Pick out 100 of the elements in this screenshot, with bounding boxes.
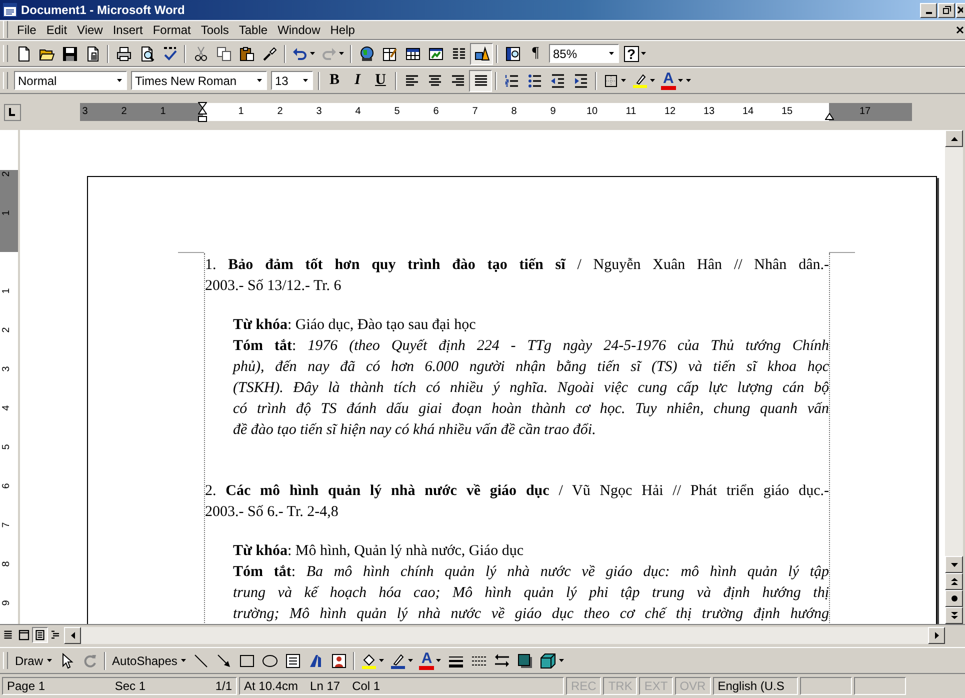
decrease-indent-icon[interactable] (550, 72, 566, 88)
table-icon[interactable] (404, 46, 420, 62)
caret-icon[interactable] (339, 52, 344, 55)
dropdown-caret-icon[interactable] (609, 52, 614, 55)
right-indent-marker[interactable] (825, 113, 834, 120)
font-color-button[interactable]: A (419, 652, 434, 670)
spell-check-icon[interactable] (162, 46, 178, 62)
paintbrush-icon[interactable] (262, 46, 278, 62)
increase-indent-icon[interactable] (572, 72, 588, 88)
toolbar-options-icon[interactable] (686, 79, 691, 82)
scroll-down-button[interactable] (945, 556, 963, 573)
table-pen-icon[interactable] (382, 46, 398, 62)
print-preview-icon[interactable] (138, 46, 154, 62)
caret-icon[interactable] (650, 79, 655, 82)
autoshapes-menu-button[interactable]: AutoShapes (109, 650, 190, 672)
scroll-right-button[interactable] (928, 626, 945, 644)
indent-marker[interactable] (198, 102, 207, 122)
menu-item[interactable]: Edit (41, 22, 72, 36)
align-center-icon[interactable] (426, 72, 442, 88)
caret-icon[interactable] (310, 52, 315, 55)
bulleted-list-icon[interactable] (526, 72, 542, 88)
justify-icon[interactable] (472, 72, 488, 88)
wordart-icon[interactable] (308, 652, 324, 668)
page-lock-icon[interactable] (84, 46, 100, 62)
italic-button[interactable]: I (346, 70, 369, 92)
drawing-button[interactable] (470, 42, 493, 64)
rectangle-icon[interactable] (238, 652, 255, 668)
align-right-icon[interactable] (450, 72, 466, 88)
columns-icon[interactable] (450, 46, 466, 62)
numbered-list-icon[interactable] (504, 72, 520, 88)
blank-page-icon[interactable] (16, 46, 32, 62)
minimize-button[interactable] (920, 2, 937, 18)
alignment-button[interactable] (469, 70, 492, 92)
close-icon[interactable] (956, 26, 964, 34)
clip-art-icon[interactable] (330, 652, 347, 668)
scroll-up-button[interactable] (945, 130, 963, 147)
undo-icon[interactable] (292, 46, 308, 62)
normal-view-icon[interactable] (2, 629, 14, 641)
globe-icon[interactable] (358, 46, 374, 62)
style-field[interactable]: Normal (14, 71, 127, 90)
column-number: Col 1 (352, 679, 380, 693)
clipboard-icon[interactable] (238, 46, 254, 62)
pen-icon[interactable] (390, 652, 406, 668)
highlighter-icon[interactable] (632, 72, 648, 88)
caret-icon[interactable] (621, 79, 626, 82)
oval-icon[interactable] (262, 652, 278, 668)
menu-item[interactable]: Help (325, 22, 360, 36)
borders-icon[interactable] (603, 72, 619, 88)
menu-item[interactable]: View (72, 22, 108, 36)
menu-item[interactable]: Table (234, 22, 273, 36)
scroll-left-button[interactable] (64, 626, 81, 644)
ruler-number: 12 (664, 105, 676, 118)
underline-button[interactable]: U (369, 70, 392, 92)
menu-item[interactable]: Insert (108, 22, 148, 36)
font-color-button[interactable]: A (661, 72, 676, 90)
dropdown-caret-icon[interactable] (117, 79, 122, 82)
dropdown-caret-icon[interactable] (257, 79, 262, 82)
menu-item[interactable]: Window (272, 22, 326, 36)
web-view-icon[interactable] (18, 629, 30, 641)
font-size-field[interactable]: 13 (271, 71, 313, 90)
menu-item[interactable]: File (12, 22, 42, 36)
spreadsheet-icon[interactable] (428, 46, 444, 62)
paint-bucket-icon[interactable] (361, 652, 378, 668)
menu-item[interactable]: Format (148, 22, 196, 36)
next-page-button[interactable] (945, 607, 963, 624)
line-icon[interactable] (192, 652, 209, 668)
zoom-field[interactable]: 85% (549, 44, 619, 63)
caret-icon[interactable] (678, 79, 683, 82)
caret-icon[interactable] (436, 659, 442, 662)
align-left-icon[interactable] (404, 72, 420, 88)
scissors-icon[interactable] (192, 46, 208, 62)
toolbar-options-icon[interactable] (559, 659, 564, 662)
bold-button[interactable]: B (323, 70, 346, 92)
close-button[interactable] (956, 2, 965, 18)
caret-icon[interactable] (379, 659, 384, 662)
menu-item[interactable]: Tools (196, 22, 234, 36)
shapes-icon[interactable] (474, 46, 490, 62)
ruler-number: 3 (2, 366, 12, 372)
summary-text: Tóm tắt: 1976 (theo Quyết định 224 - TTg ngày 24-5-1976 của Thủ tướng Chính phủ), đến nay đã có hơn 6.000 người nhận bằng tiến sĩ (TS) và tiến sĩ khoa học (TSKH). Đây là thành tích có nhiều ý nghĩa. Ngoài việc cung cấp lực lượng cán bộ có trình độ TS đánh dấu giai đoạn hoàn thành cơ học. Tuy nhiên, chung quanh vấn đề đào tạo tiến sĩ hiện nay có khá nhiều vấn đề cần trao đổi. (233, 337, 829, 440)
show-formatting-button[interactable]: ¶ (524, 42, 547, 64)
caret-icon[interactable] (408, 659, 414, 662)
printer-icon[interactable] (116, 46, 132, 62)
dropdown-caret-icon[interactable] (303, 79, 308, 82)
shadow-icon[interactable] (516, 652, 533, 668)
cube-icon[interactable] (540, 652, 556, 668)
restore-button[interactable] (938, 2, 955, 18)
font-field[interactable]: Times New Roman (131, 71, 267, 90)
draw-menu-button[interactable]: Draw (12, 650, 56, 672)
document-map-icon[interactable] (504, 46, 520, 62)
caret-icon[interactable] (640, 52, 646, 55)
outline-view-icon[interactable] (50, 629, 62, 641)
arrow-style-icon[interactable] (494, 652, 510, 668)
tab-stop-icon[interactable] (4, 104, 21, 120)
previous-page-button[interactable] (945, 573, 963, 590)
help-button[interactable]: ? (624, 46, 639, 62)
browse-object-button[interactable] (945, 590, 963, 607)
copy-icon[interactable] (216, 46, 232, 62)
document-icon (3, 3, 17, 17)
text-box-icon[interactable] (284, 652, 301, 668)
arrow-icon[interactable] (216, 652, 232, 668)
